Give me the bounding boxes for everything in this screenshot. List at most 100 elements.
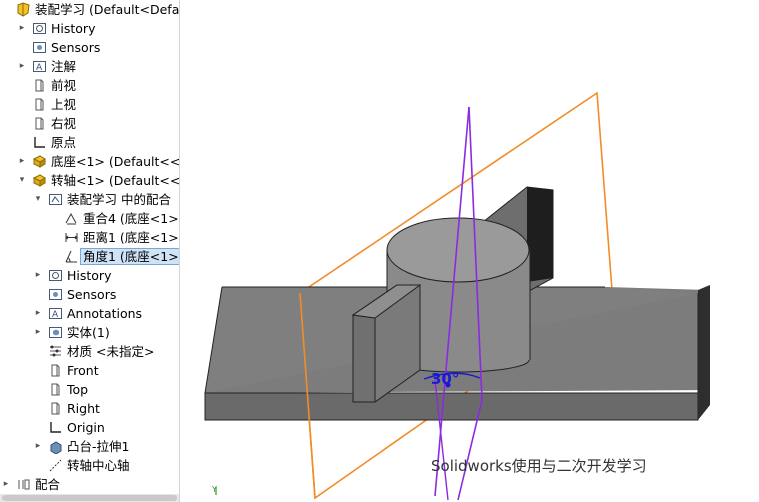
tree-item-label: 底座<1> (Default<<Defa bbox=[51, 154, 180, 169]
tree-item-label: Annotations bbox=[67, 306, 143, 321]
plane-icon bbox=[48, 363, 63, 378]
collapse-toggle-icon[interactable]: ▾ bbox=[18, 175, 26, 185]
tree-horizontal-scrollbar[interactable] bbox=[0, 494, 179, 502]
tree-item-label: 实体(1) bbox=[67, 325, 110, 340]
plane-icon bbox=[32, 78, 47, 93]
tree-item[interactable]: ▸ 凸台-拉伸1 bbox=[0, 437, 179, 456]
expand-toggle-icon bbox=[18, 42, 26, 52]
tree-item-label: 右视 bbox=[51, 116, 77, 131]
sensors-icon bbox=[32, 40, 47, 55]
tree-item-label: 原点 bbox=[51, 135, 77, 150]
part-icon bbox=[32, 154, 47, 169]
tree-item[interactable]: Sensors bbox=[0, 38, 179, 57]
tree-item[interactable]: 右视 bbox=[0, 114, 179, 133]
expand-toggle-icon[interactable]: ▸ bbox=[18, 61, 26, 71]
history-icon bbox=[48, 268, 63, 283]
expand-toggle-icon bbox=[18, 80, 26, 90]
expand-toggle-icon bbox=[34, 365, 42, 375]
expand-toggle-icon bbox=[18, 137, 26, 147]
expand-toggle-icon bbox=[34, 403, 42, 413]
tree-item[interactable]: ▸ History bbox=[0, 266, 179, 285]
expand-toggle-icon bbox=[34, 384, 42, 394]
distance-mate-icon bbox=[64, 230, 79, 245]
tree-item[interactable]: Origin bbox=[0, 418, 179, 437]
tree-item-label: 重合4 (底座<1> bbox=[83, 211, 179, 226]
plane-icon bbox=[48, 382, 63, 397]
tree-item[interactable]: ▸ 底座<1> (Default<<Defa bbox=[0, 152, 179, 171]
angle-dimension-label[interactable]: 30° bbox=[431, 370, 459, 388]
tree-item[interactable]: 上视 bbox=[0, 95, 179, 114]
expand-toggle-icon[interactable]: ▸ bbox=[2, 479, 10, 489]
tree-item-label: 转轴中心轴 bbox=[67, 458, 130, 473]
expand-toggle-icon bbox=[50, 232, 58, 242]
tree-item-label: 配合 bbox=[35, 477, 61, 492]
tree-item-label: Right bbox=[67, 401, 100, 416]
tree-item[interactable]: 材质 <未指定> bbox=[0, 342, 179, 361]
expand-toggle-icon[interactable]: ▸ bbox=[34, 441, 42, 451]
material-icon bbox=[48, 344, 63, 359]
tree-item-label: History bbox=[67, 268, 112, 283]
tree-item-label: 注解 bbox=[51, 59, 77, 74]
tree-item-label: 上视 bbox=[51, 97, 77, 112]
expand-toggle-icon bbox=[2, 4, 10, 14]
graphics-viewport[interactable]: 30° Y bbox=[180, 0, 759, 502]
tree-item[interactable]: ▸ History bbox=[0, 19, 179, 38]
expand-toggle-icon bbox=[18, 99, 26, 109]
tree-item[interactable]: ▾ 装配学习 中的配合 bbox=[0, 190, 179, 209]
tree-item[interactable]: ▸ 配合 bbox=[0, 475, 179, 494]
svg-text:A: A bbox=[36, 63, 43, 73]
expand-toggle-icon bbox=[34, 460, 42, 470]
tree-item[interactable]: 装配学习 (Default<Default_D bbox=[0, 0, 179, 19]
axis-icon bbox=[48, 458, 63, 473]
tree-item-label: 装配学习 (Default<Default_D bbox=[35, 2, 180, 17]
tree-item-label: 材质 <未指定> bbox=[67, 344, 155, 359]
tree-item[interactable]: Front bbox=[0, 361, 179, 380]
tree-item[interactable]: 距离1 (底座<1> bbox=[0, 228, 179, 247]
watermark-text: Solidworks使用与二次开发学习 bbox=[431, 457, 647, 475]
tree-item-label: 凸台-拉伸1 bbox=[67, 439, 130, 454]
origin-icon bbox=[32, 135, 47, 150]
expand-toggle-icon[interactable]: ▸ bbox=[34, 327, 42, 337]
tree-item-label: 转轴<1> (Default<<Defa bbox=[51, 173, 180, 188]
tree-item-label: Front bbox=[67, 363, 99, 378]
tree-item-label: History bbox=[51, 21, 96, 36]
plane-icon bbox=[32, 97, 47, 112]
expand-toggle-icon[interactable]: ▸ bbox=[18, 23, 26, 33]
expand-toggle-icon bbox=[34, 422, 42, 432]
tree-item[interactable]: ▸ A Annotations bbox=[0, 304, 179, 323]
mates-folder-icon bbox=[48, 192, 63, 207]
tree-item[interactable]: 前视 bbox=[0, 76, 179, 95]
tree-item[interactable]: 转轴中心轴 bbox=[0, 456, 179, 475]
tree-item[interactable]: ▸ A 注解 bbox=[0, 57, 179, 76]
expand-toggle-icon bbox=[34, 289, 42, 299]
base-plate-front bbox=[204, 392, 699, 421]
tree-item[interactable]: Right bbox=[0, 399, 179, 418]
expand-toggle-icon[interactable]: ▸ bbox=[34, 308, 42, 318]
expand-toggle-icon[interactable]: ▸ bbox=[34, 270, 42, 280]
plane-icon bbox=[48, 401, 63, 416]
plane-icon bbox=[32, 116, 47, 131]
tree-item[interactable]: 原点 bbox=[0, 133, 179, 152]
solid-bodies-icon bbox=[48, 325, 63, 340]
expand-toggle-icon bbox=[50, 213, 58, 223]
history-icon bbox=[32, 21, 47, 36]
assembly-icon bbox=[16, 2, 31, 17]
tree-item-label: 角度1 (底座<1> bbox=[80, 248, 179, 265]
tree-item[interactable]: ▾ 转轴<1> (Default<<Defa bbox=[0, 171, 179, 190]
tree-item[interactable]: 角度1 (底座<1> bbox=[0, 247, 179, 266]
tree-item[interactable]: Top bbox=[0, 380, 179, 399]
tree-item-label: 距离1 (底座<1> bbox=[83, 230, 179, 245]
annotations-icon: A bbox=[32, 59, 47, 74]
collapse-toggle-icon[interactable]: ▾ bbox=[34, 194, 42, 204]
tree-item[interactable]: 重合4 (底座<1> bbox=[0, 209, 179, 228]
tree-item-label: Top bbox=[67, 382, 89, 397]
tree-item-label: Sensors bbox=[51, 40, 101, 55]
sensors-icon bbox=[48, 287, 63, 302]
expand-toggle-icon[interactable]: ▸ bbox=[18, 156, 26, 166]
tree-item[interactable]: ▸ 实体(1) bbox=[0, 323, 179, 342]
expand-toggle-icon bbox=[34, 346, 42, 356]
coincident-mate-icon bbox=[64, 211, 79, 226]
scrollbar-thumb[interactable] bbox=[2, 495, 177, 501]
tree-item[interactable]: Sensors bbox=[0, 285, 179, 304]
tree-item-label: Origin bbox=[67, 420, 105, 435]
